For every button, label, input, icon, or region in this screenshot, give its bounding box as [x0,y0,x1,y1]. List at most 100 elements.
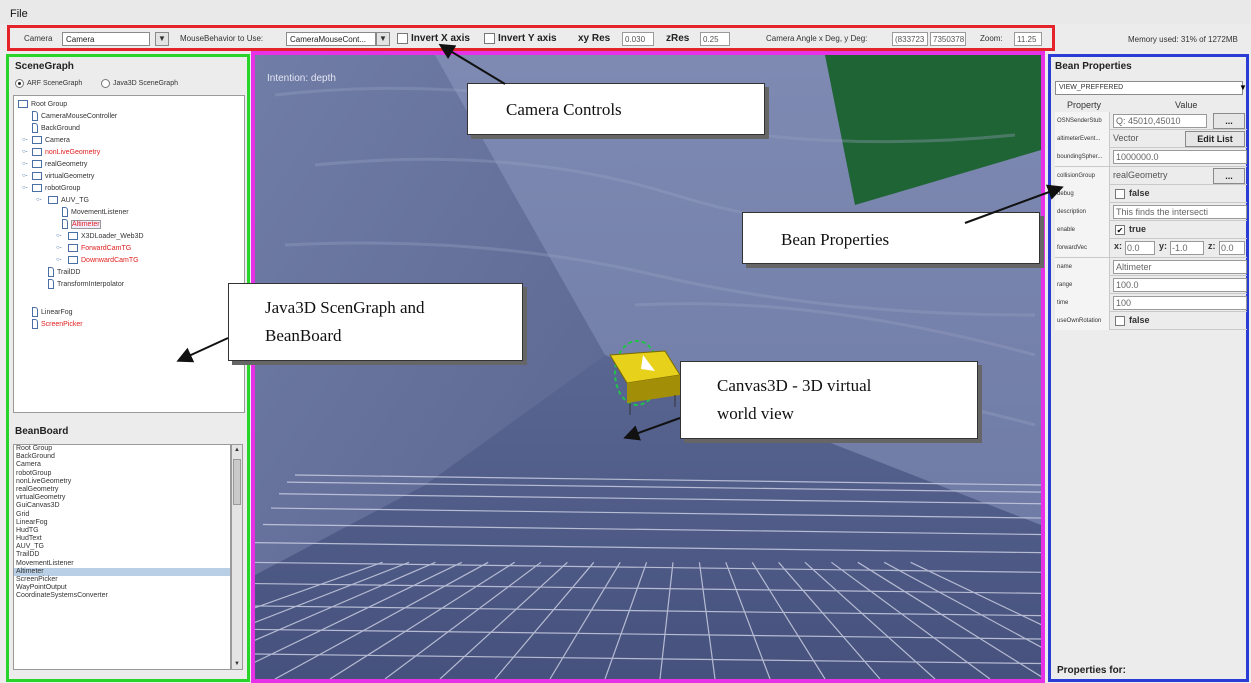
expand-icon[interactable]: ○- [56,257,62,263]
beanboard-item[interactable]: CoordinateSystemsConverter [14,592,230,600]
xy-res-field[interactable]: 0.030 [622,32,654,46]
invert-y-label: Invert Y axis [498,33,557,44]
beanboard-list[interactable]: Root Group BackGround Camera robotGroup nonL… [13,444,231,670]
expand-icon[interactable]: ○- [22,173,28,179]
scroll-down-icon[interactable]: ▼ [232,659,242,669]
beanboard-item[interactable]: ScreenPicker [14,576,230,584]
expand-icon[interactable]: ○- [22,149,28,155]
property-row: range 100.0 [1055,275,1247,294]
beanboard-item[interactable]: LinearFog [14,519,230,527]
property-value-field[interactable]: This finds the intersecti [1113,204,1247,219]
camera-select[interactable]: Camera [62,32,150,46]
tree-node[interactable]: LinearFog [32,307,73,318]
beanboard-item[interactable]: Camera [14,461,230,469]
expand-icon[interactable]: ○- [22,161,28,167]
property-row: OSNSenderStub Q: 45010,45010... [1055,112,1247,131]
edit-button[interactable]: ... [1213,113,1245,129]
beanboard-item[interactable]: BackGround [14,453,230,461]
view-mode-select[interactable]: VIEW_PREFFERED [1055,81,1243,95]
beanboard-item[interactable]: robotGroup [14,470,230,478]
property-row: debug false [1055,184,1247,203]
vector-y-field[interactable]: -1.0 [1170,241,1204,256]
vector-y-label: y: [1159,241,1168,252]
z-res-field[interactable]: 0.25 [700,32,730,46]
property-name: OSNSenderStub [1055,112,1110,130]
property-row: name Altimeter [1055,257,1247,276]
beanboard-item[interactable]: Grid [14,511,230,519]
angle-x-field[interactable]: (833723 [892,32,928,46]
property-value-field[interactable]: 100 [1113,295,1247,310]
beanboard-scrollbar[interactable]: ▲ ▼ [231,444,243,670]
tree-node[interactable]: virtualGeometry [32,171,94,182]
zoom-field[interactable]: 11.25 [1014,32,1042,46]
leaf-icon [32,123,38,134]
mouse-behavior-select[interactable]: CameraMouseCont... [286,32,376,46]
tree-node[interactable]: ForwardCamTG [68,243,131,254]
beanboard-item[interactable]: AUV_TG [14,543,230,551]
camera-dropdown-icon[interactable]: ▼ [155,32,169,46]
view-mode-dropdown-icon[interactable]: ▼ [1239,81,1247,95]
beanboard-item[interactable]: realGeometry [14,486,230,494]
leaf-icon [32,319,38,330]
property-checkbox[interactable] [1115,188,1125,199]
property-value-field[interactable]: 100.0 [1113,277,1247,292]
invert-y-checkbox[interactable] [484,33,495,44]
property-value-field[interactable]: 1000000.0 [1113,150,1247,165]
mouse-behavior-dropdown-icon[interactable]: ▼ [376,32,390,46]
tree-node-selected[interactable]: Altimeter [62,219,101,230]
tree-node[interactable]: nonLiveGeometry [32,147,100,158]
tree-node[interactable]: realGeometry [32,159,87,170]
collapse-icon[interactable]: ○- [22,185,28,191]
expand-icon[interactable]: ○- [56,245,62,251]
expand-icon[interactable]: ○- [22,137,28,143]
property-value-field[interactable]: Q: 45010,45010 [1113,114,1207,128]
tree-node[interactable]: DownwardCamTG [68,255,139,266]
vector-x-field[interactable]: 0.0 [1125,241,1155,256]
beanboard-item[interactable]: virtualGeometry [14,494,230,502]
beanboard-item[interactable]: WayPointOutput [14,584,230,592]
beanboard-item[interactable]: GuiCanvas3D [14,502,230,510]
scenegraph-tree[interactable]: Root Group CameraMouseController BackGro… [13,95,245,413]
expand-icon[interactable]: ○- [56,233,62,239]
tree-node[interactable]: TransformInterpolator [48,279,124,290]
tree-node[interactable]: CameraMouseController [32,111,117,122]
tree-node[interactable]: AUV_TG [48,195,89,206]
beanboard-item[interactable]: HudTG [14,527,230,535]
scroll-up-icon[interactable]: ▲ [232,445,242,455]
beanboard-item[interactable]: MovementListener [14,560,230,568]
property-checkbox[interactable]: ✔ [1115,225,1125,236]
tree-node[interactable]: ScreenPicker [32,319,83,330]
mouse-behavior-label: MouseBehavior to Use: [180,34,264,43]
beanboard-item[interactable]: Root Group [14,445,230,453]
xy-res-label: xy Res [578,33,611,44]
tree-node[interactable]: Root Group [18,99,67,110]
angle-y-field[interactable]: 7350378 [930,32,966,46]
tree-node[interactable]: X3DLoader_Web3D [68,231,144,242]
group-icon [68,256,78,265]
property-checkbox[interactable] [1115,316,1125,327]
collapse-icon[interactable]: ○- [36,197,42,203]
file-menu[interactable]: File [10,8,28,20]
arf-scenegraph-radio[interactable] [15,79,24,88]
property-value-field[interactable]: Altimeter [1113,259,1247,274]
beanboard-item[interactable]: Altimeter [14,567,230,576]
tree-node[interactable]: MovementListener [62,207,129,218]
beanboard-item[interactable]: nonLiveGeometry [14,478,230,486]
tree-node[interactable]: Camera [32,135,70,146]
tree-node[interactable]: BackGround [32,123,80,134]
java3d-scenegraph-radio[interactable] [101,79,110,88]
tree-node[interactable]: TrailDD [48,267,80,278]
scengraph-callout: Java3D ScenGraph and BeanBoard [228,283,523,361]
scroll-thumb[interactable] [233,459,241,505]
canvas3d-callout: Canvas3D - 3D virtual world view [680,361,978,439]
beanboard-item[interactable]: TrailDD [14,551,230,559]
invert-x-checkbox[interactable] [397,33,408,44]
edit-button[interactable]: Edit List [1185,131,1245,148]
vector-x-label: x: [1114,241,1123,252]
edit-button[interactable]: ... [1213,167,1245,184]
tree-node[interactable]: robotGroup [32,183,80,194]
beanboard-item[interactable]: HudText [14,535,230,543]
vector-z-field[interactable]: 0.0 [1219,241,1245,256]
property-table-header: Property Value [1055,99,1247,112]
arf-scenegraph-label: ARF SceneGraph [27,80,83,87]
